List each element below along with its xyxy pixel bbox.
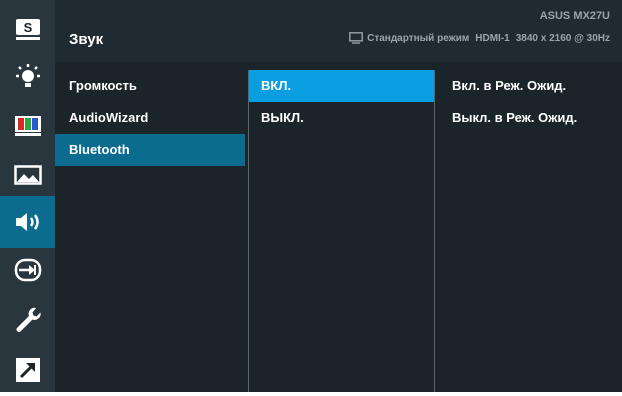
option-off-in-standby[interactable]: Выкл. в Реж. Ожид. [436,102,622,134]
page-title: Звук [69,31,104,48]
sound-icon [15,213,39,231]
mode-label: Стандартный режим [367,32,470,44]
sidebar-item-input-select[interactable] [0,244,55,296]
status-bar: Стандартный режим HDMI-1 3840 x 2160 @ 3… [349,32,610,44]
monitor-icon [349,32,363,44]
model-name: ASUS MX27U [539,10,610,22]
osd-menu: S Звук ASUS MX27U Стандартный режим HDMI… [0,0,622,392]
sidebar-item-shortcut[interactable] [0,344,55,396]
sidebar-item-splendid[interactable]: S [0,4,55,56]
menu-item-bluetooth[interactable]: Bluetooth [55,134,245,166]
color-icon [14,116,41,136]
image-icon [13,165,42,185]
menu-list: Громкость AudioWizard Bluetooth [55,70,245,166]
shortcut-icon [15,358,40,382]
header: Звук ASUS MX27U Стандартный режим HDMI-1… [55,0,622,62]
submenu-item-on[interactable]: ВКЛ. [249,70,434,102]
brightness-icon [15,64,40,87]
sidebar-item-color[interactable] [0,100,55,152]
options-list: Вкл. в Реж. Ожид. Выкл. в Реж. Ожид. [436,70,622,134]
sidebar-item-image[interactable] [0,150,55,202]
sidebar-item-brightness[interactable] [0,52,55,104]
splendid-icon: S [15,19,40,40]
input-label: HDMI-1 [475,32,510,44]
submenu-list: ВКЛ. ВЫКЛ. [248,70,435,392]
menu-item-volume[interactable]: Громкость [55,70,245,102]
wrench-icon [16,307,41,332]
sidebar: S [0,0,55,392]
input-select-icon [14,258,41,282]
resolution-label: 3840 x 2160 @ 30Hz [515,32,610,44]
submenu-item-off[interactable]: ВЫКЛ. [249,102,434,134]
sidebar-item-system-setup[interactable] [0,294,55,346]
option-on-in-standby[interactable]: Вкл. в Реж. Ожид. [436,70,622,102]
menu-item-audiowizard[interactable]: AudioWizard [55,102,245,134]
sidebar-item-sound[interactable] [0,196,55,248]
splendid-label: S [23,20,32,35]
